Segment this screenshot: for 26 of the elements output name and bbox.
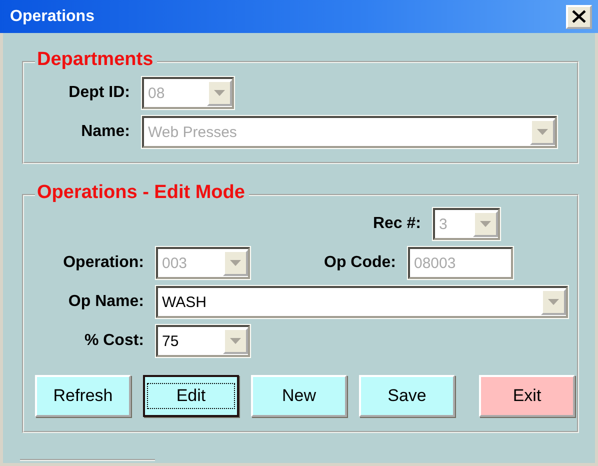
dropdown-button[interactable] — [223, 328, 248, 354]
action-button[interactable]: Save — [359, 375, 455, 417]
field-label: Rec #: — [372, 215, 421, 233]
field-label: % Cost: — [83, 332, 144, 350]
close-icon — [572, 10, 586, 23]
field-label: Op Code: — [323, 254, 396, 272]
action-button[interactable]: Refresh — [35, 375, 131, 417]
action-button[interactable]: Edit — [143, 375, 239, 417]
group-title: Operations - Edit Mode — [35, 181, 249, 205]
action-button[interactable]: Exit — [479, 375, 575, 417]
field-label: Operation: — [62, 254, 144, 272]
dropdown-arrow-icon — [214, 90, 225, 96]
dropdown-field[interactable]: WASH — [156, 286, 568, 318]
action-button[interactable]: New — [251, 375, 347, 417]
dropdown-arrow-icon — [548, 299, 559, 305]
field-label: Dept ID: — [68, 84, 130, 102]
dropdown-field[interactable]: 75 — [156, 325, 250, 357]
dropdown-arrow-icon — [230, 338, 241, 344]
dropdown-button[interactable] — [541, 289, 566, 315]
window-title: Operations — [10, 8, 94, 26]
dropdown-arrow-icon — [480, 221, 491, 227]
dropdown-arrow-icon — [230, 260, 241, 266]
field-label: Op Name: — [67, 293, 144, 311]
dropdown-arrow-icon — [537, 129, 548, 135]
field-label: Name: — [80, 123, 130, 141]
close-button[interactable] — [566, 4, 592, 28]
